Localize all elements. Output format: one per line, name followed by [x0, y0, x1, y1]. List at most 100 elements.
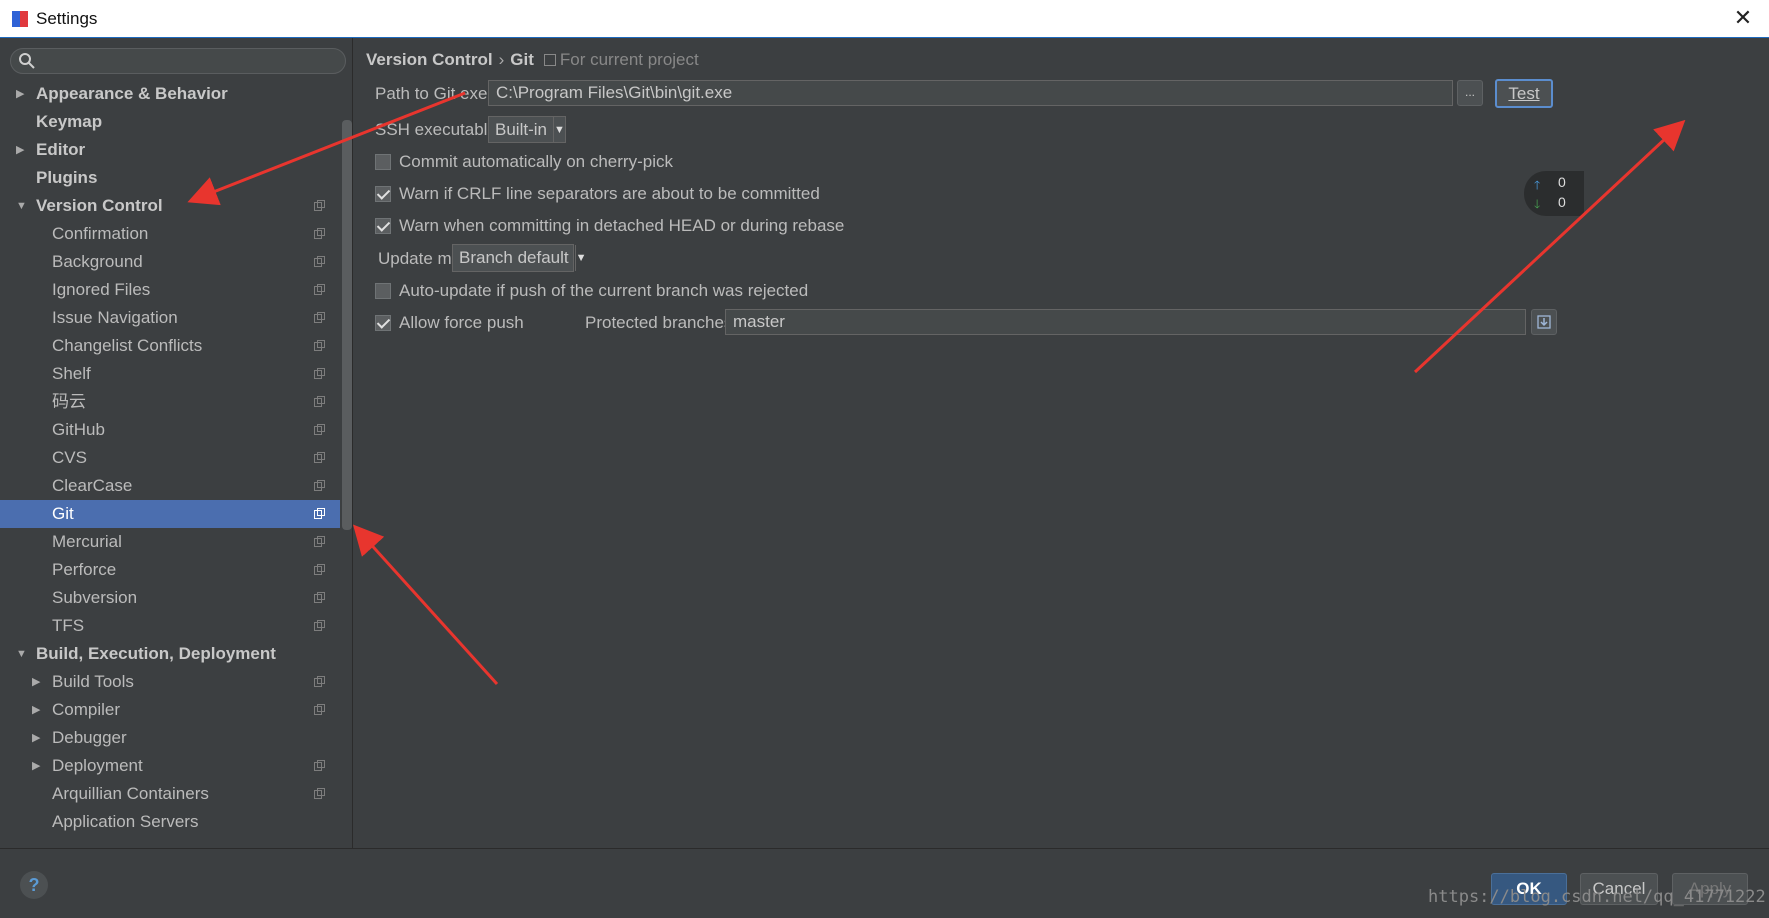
watermark: https://blog.csdn.net/qq_41771222 [1428, 887, 1766, 907]
sidebar-item[interactable]: Changelist Conflicts [0, 332, 340, 360]
sidebar-item[interactable]: Arquillian Containers [0, 780, 340, 808]
project-level-icon [314, 480, 325, 491]
sidebar-item[interactable]: ▶ Editor [0, 136, 340, 164]
collapsed-arrow-icon[interactable]: ▶ [32, 724, 44, 752]
force-push-checkbox[interactable] [375, 315, 391, 331]
sidebar-item[interactable]: ▶ Appearance & Behavior [0, 80, 340, 108]
force-push-option[interactable]: Allow force push [375, 313, 524, 333]
crlf-label: Warn if CRLF line separators are about t… [399, 184, 820, 203]
detached-head-checkbox[interactable] [375, 218, 391, 234]
update-method-select[interactable]: Branch default ▼ [452, 244, 587, 272]
protected-branches-label: Protected branches: [585, 313, 738, 332]
sidebar-item[interactable]: ▼ Version Control [0, 192, 340, 220]
sidebar-item-label: ClearCase [52, 476, 133, 495]
project-level-icon [314, 368, 325, 379]
breadcrumb: Version Control › Git For current project [366, 50, 699, 70]
sidebar-item-label: Keymap [36, 112, 103, 131]
sidebar-item[interactable]: Git [0, 500, 340, 528]
sidebar-scrollbar[interactable] [342, 120, 352, 530]
sidebar-item[interactable]: Issue Navigation [0, 304, 340, 332]
collapsed-arrow-icon[interactable]: ▶ [32, 668, 44, 696]
sidebar-item-label: Confirmation [52, 224, 149, 243]
sidebar-item[interactable]: ClearCase [0, 472, 340, 500]
cherry-pick-checkbox[interactable] [375, 154, 391, 170]
breadcrumb-current: Git [510, 50, 534, 69]
sidebar-item-label: Build Tools [52, 672, 134, 691]
breadcrumb-parent: Version Control [366, 50, 493, 69]
sidebar-item[interactable]: ▶ Deployment [0, 752, 340, 780]
sidebar-item-label: GitHub [52, 420, 105, 439]
sidebar-item[interactable]: Ignored Files [0, 276, 340, 304]
sidebar-item-label: TFS [52, 616, 85, 635]
project-level-icon [314, 256, 325, 267]
ssh-executable-select[interactable]: Built-in ▼ [488, 116, 566, 143]
project-level-icon [314, 620, 325, 631]
project-level-icon [314, 340, 325, 351]
detached-head-option[interactable]: Warn when committing in detached HEAD or… [375, 216, 844, 236]
sidebar-item[interactable]: Perforce [0, 556, 340, 584]
title-bar: Settings ✕ [0, 0, 1769, 38]
project-level-icon [314, 788, 325, 799]
browse-button[interactable]: ... [1457, 80, 1483, 106]
collapsed-arrow-icon[interactable]: ▶ [16, 80, 28, 108]
project-level-icon [314, 284, 325, 295]
sidebar-item[interactable]: CVS [0, 444, 340, 472]
cherry-pick-option[interactable]: Commit automatically on cherry-pick [375, 152, 673, 172]
sidebar-item[interactable]: Application Servers [0, 808, 340, 836]
project-scope-icon [543, 54, 556, 66]
breadcrumb-scope: For current project [559, 50, 699, 69]
protected-branches-input[interactable] [725, 309, 1526, 335]
sidebar-item[interactable]: GitHub [0, 416, 340, 444]
sidebar-item-label: Shelf [52, 364, 91, 383]
help-button[interactable]: ? [20, 871, 48, 899]
crlf-checkbox[interactable] [375, 186, 391, 202]
search-input[interactable] [39, 50, 343, 74]
sidebar-item-label: Compiler [52, 700, 121, 719]
commit-counter-widget[interactable]: 🡑 0 🡓 0 [1524, 171, 1584, 216]
sidebar-item[interactable]: Mercurial [0, 528, 340, 556]
collapsed-arrow-icon[interactable]: ▶ [32, 696, 44, 724]
app-icon [12, 10, 28, 27]
sidebar-item-label: Arquillian Containers [52, 784, 209, 803]
expand-field-button[interactable] [1531, 309, 1557, 335]
git-path-input[interactable] [488, 80, 1453, 106]
sidebar-item[interactable]: Subversion [0, 584, 340, 612]
auto-update-option[interactable]: Auto-update if push of the current branc… [375, 281, 808, 301]
sidebar-item[interactable]: Keymap [0, 108, 340, 136]
expanded-arrow-icon[interactable]: ▼ [16, 192, 28, 220]
crlf-option[interactable]: Warn if CRLF line separators are about t… [375, 184, 820, 204]
down-count: 0 [1558, 194, 1566, 210]
sidebar-item[interactable]: 码云 [0, 388, 340, 416]
sidebar-item-label: Issue Navigation [52, 308, 178, 327]
sidebar-item[interactable]: ▶ Build Tools [0, 668, 340, 696]
sidebar-item[interactable]: Plugins [0, 164, 340, 192]
close-icon[interactable]: ✕ [1731, 6, 1755, 30]
settings-sidebar: ▶ Appearance & Behavior Keymap ▶ Editor Plugi… [0, 38, 353, 848]
project-level-icon [314, 760, 325, 771]
sidebar-item-label: Plugins [36, 168, 98, 187]
sidebar-item-label: Editor [36, 140, 86, 159]
settings-tree: ▶ Appearance & Behavior Keymap ▶ Editor Plugi… [0, 80, 340, 836]
sidebar-item[interactable]: Confirmation [0, 220, 340, 248]
ssh-executable-label: SSH executable: [375, 120, 502, 139]
expanded-arrow-icon[interactable]: ▼ [16, 640, 28, 668]
sidebar-item[interactable]: TFS [0, 612, 340, 640]
sidebar-item-label: Build, Execution, Deployment [36, 644, 276, 663]
sidebar-item[interactable]: Shelf [0, 360, 340, 388]
sidebar-item[interactable]: ▼ Build, Execution, Deployment [0, 640, 340, 668]
test-button[interactable]: Test [1495, 79, 1553, 108]
sidebar-item-label: Git [52, 504, 74, 523]
collapsed-arrow-icon[interactable]: ▶ [16, 136, 28, 164]
sidebar-item[interactable]: Background [0, 248, 340, 276]
force-push-label: Allow force push [399, 313, 524, 332]
sidebar-item-label: Debugger [52, 728, 127, 747]
sidebar-item[interactable]: ▶ Debugger [0, 724, 340, 752]
sidebar-item[interactable]: ▶ Compiler [0, 696, 340, 724]
auto-update-checkbox[interactable] [375, 283, 391, 299]
project-level-icon [314, 424, 325, 435]
sidebar-item-label: Ignored Files [52, 280, 151, 299]
settings-search[interactable] [10, 48, 346, 74]
collapsed-arrow-icon[interactable]: ▶ [32, 752, 44, 780]
project-level-icon [314, 396, 325, 407]
up-count: 0 [1558, 174, 1566, 190]
